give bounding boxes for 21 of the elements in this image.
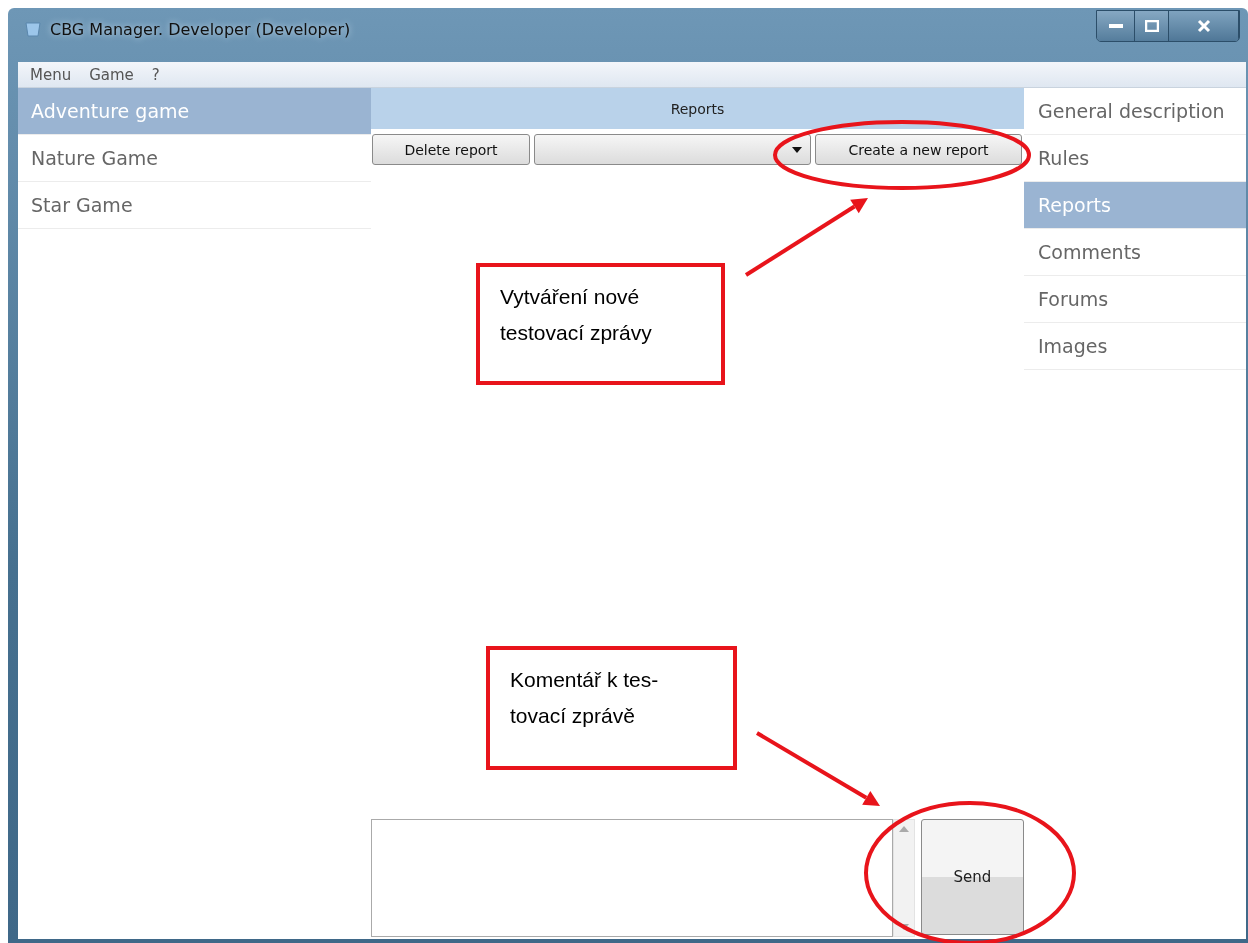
minimize-icon (1108, 23, 1123, 29)
delete-report-button[interactable]: Delete report (372, 134, 530, 165)
create-report-button[interactable]: Create a new report (815, 134, 1022, 165)
maximize-icon (1144, 20, 1159, 32)
callout-note: Komentář k tes- tovací zprávě (486, 646, 737, 770)
menu-item[interactable]: ? (151, 65, 160, 84)
close-button[interactable] (1169, 11, 1239, 41)
app-icon (24, 20, 42, 38)
reports-header: Reports (371, 88, 1024, 129)
menu-item[interactable]: Game (89, 65, 134, 84)
callout-note: Vytváření nové testovací zprávy (476, 263, 725, 385)
close-icon (1196, 19, 1211, 33)
menu-item[interactable]: Menu (30, 65, 72, 84)
scrollbar[interactable] (893, 819, 915, 937)
send-button[interactable]: Send (920, 819, 1024, 935)
caret-icon (792, 146, 802, 153)
comment-field[interactable] (371, 819, 894, 937)
minimize-button[interactable] (1097, 11, 1135, 41)
maximize-button[interactable] (1135, 11, 1169, 41)
report-dropdown[interactable] (534, 134, 811, 165)
window-title: CBG Manager. Developer (Developer) (50, 19, 351, 39)
